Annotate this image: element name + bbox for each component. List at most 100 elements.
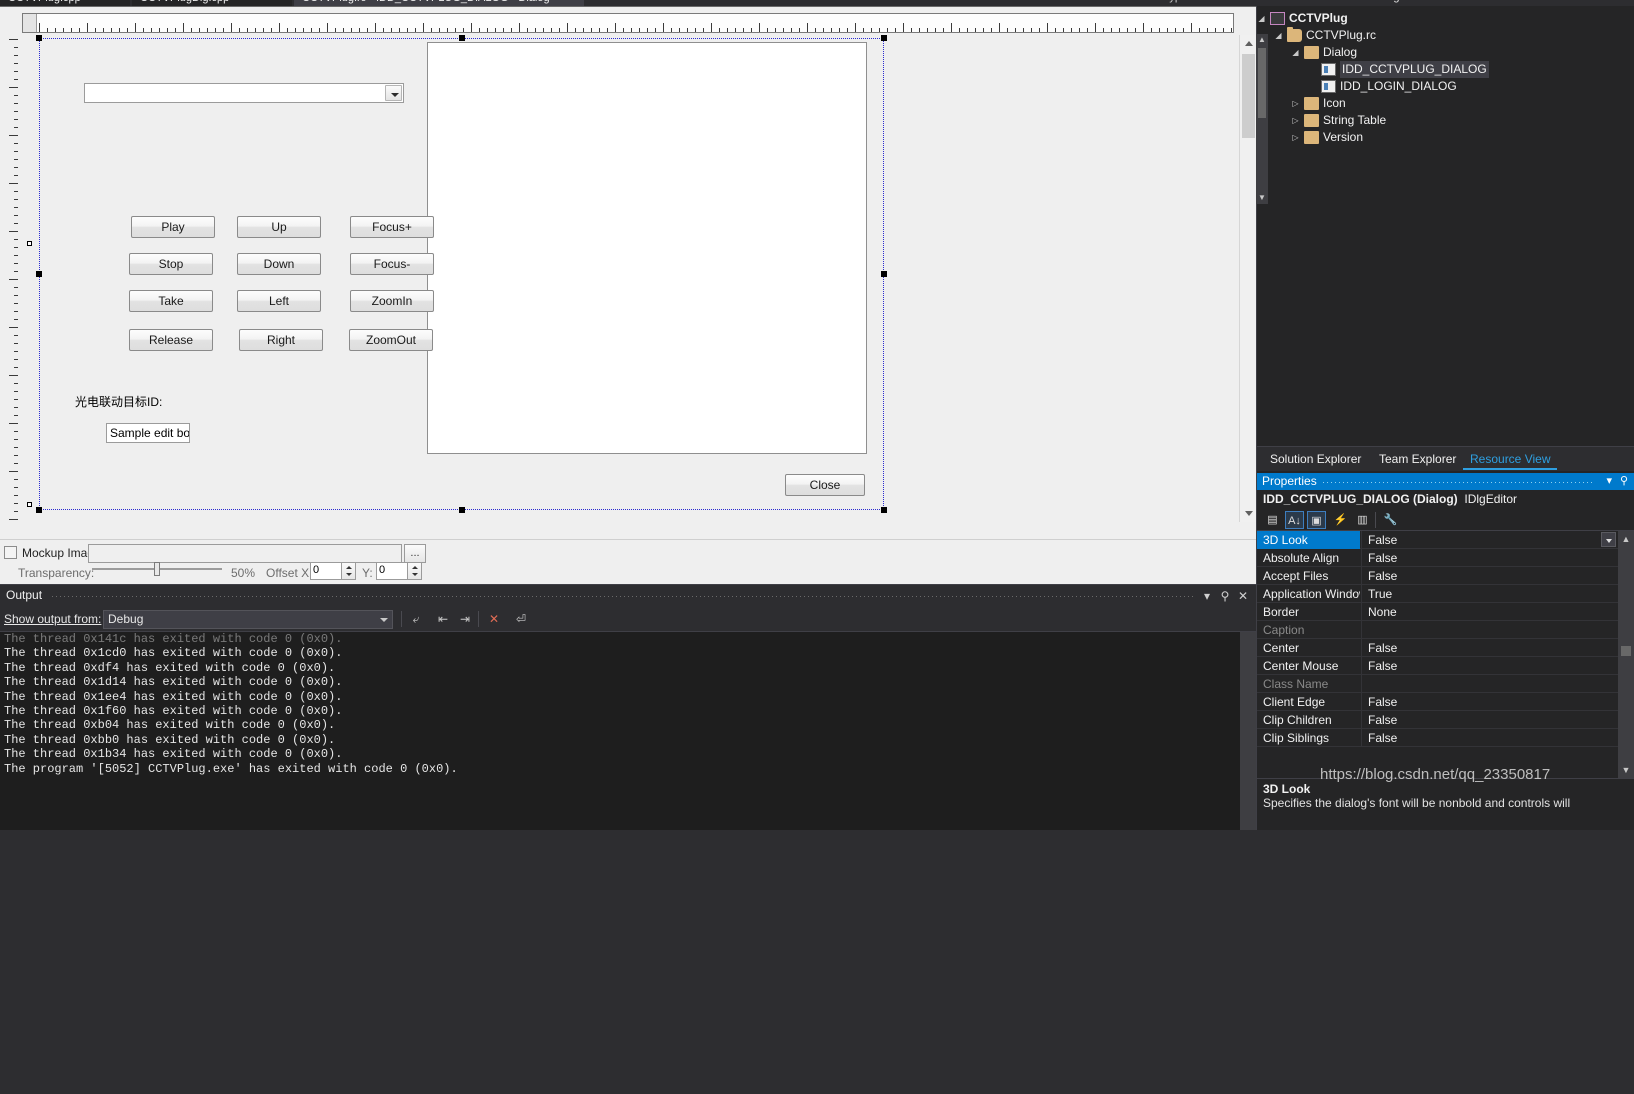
- scroll-up-icon[interactable]: [1240, 35, 1257, 52]
- close-button[interactable]: Close: [785, 474, 865, 496]
- output-text[interactable]: The thread 0x141c has exited with code 0…: [0, 632, 1240, 830]
- property-value[interactable]: False: [1361, 639, 1618, 657]
- video-preview-box[interactable]: [427, 42, 867, 454]
- resize-handle-nw[interactable]: [36, 35, 42, 41]
- wrench-icon[interactable]: 🔧: [1381, 511, 1400, 529]
- go-to-next-icon[interactable]: ⇥: [455, 610, 475, 629]
- property-row-center-mouse[interactable]: Center Mouse False: [1257, 657, 1618, 675]
- clear-all-icon[interactable]: ✕: [484, 610, 504, 629]
- chevron-right-icon[interactable]: ▷: [1290, 129, 1301, 146]
- mockup-image-checkbox[interactable]: [4, 546, 17, 559]
- property-row-clip-children[interactable]: Clip Children False: [1257, 711, 1618, 729]
- chevron-right-icon[interactable]: ▷: [1290, 112, 1301, 129]
- tab-team-explorer[interactable]: Team Explorer: [1372, 449, 1463, 470]
- tree-item-cctvplug-rc[interactable]: ◢ CCTVPlug.rc: [1257, 27, 1634, 44]
- property-row-application-window[interactable]: Application Window True: [1257, 585, 1618, 603]
- resize-handle-n[interactable]: [459, 35, 465, 41]
- tree-item-idd-login-dialog[interactable]: IDD_LOGIN_DIALOG: [1257, 78, 1634, 95]
- dialog-button-take[interactable]: Take: [129, 290, 213, 312]
- chevron-down-icon[interactable]: [1601, 532, 1616, 547]
- dialog-button-release[interactable]: Release: [129, 329, 213, 351]
- grip-bottom-left[interactable]: [27, 502, 32, 507]
- dialog-button-stop[interactable]: Stop: [129, 253, 213, 275]
- chevron-right-icon[interactable]: ▷: [1290, 95, 1301, 112]
- offset-x-stepper[interactable]: [341, 562, 356, 580]
- property-value[interactable]: [1361, 621, 1618, 639]
- messages-icon[interactable]: ▥: [1353, 511, 1372, 529]
- dialog-button-up[interactable]: Up: [237, 216, 321, 238]
- scroll-up-icon[interactable]: ▲: [1256, 34, 1268, 46]
- scroll-down-icon[interactable]: ▼: [1618, 762, 1634, 778]
- tree-item-version[interactable]: ▷ Version: [1257, 129, 1634, 146]
- resize-handle-sw[interactable]: [36, 507, 42, 513]
- property-row-absolute-align[interactable]: Absolute Align False: [1257, 549, 1618, 567]
- resize-handle-s[interactable]: [459, 507, 465, 513]
- output-vertical-scrollbar[interactable]: [1240, 632, 1256, 830]
- resize-handle-ne[interactable]: [881, 35, 887, 41]
- tab-resource-view[interactable]: Resource View: [1463, 449, 1558, 470]
- offset-x-input[interactable]: 0: [310, 562, 342, 580]
- property-value[interactable]: [1361, 675, 1618, 693]
- property-value[interactable]: False: [1361, 729, 1618, 747]
- property-value[interactable]: False: [1361, 549, 1618, 567]
- camera-combo-box[interactable]: [84, 83, 404, 103]
- dialog-button-zoomout[interactable]: ZoomOut: [349, 329, 433, 351]
- resource-view-vertical-scrollbar[interactable]: ▲ ▼: [1256, 34, 1268, 204]
- property-row-clip-siblings[interactable]: Clip Siblings False: [1257, 729, 1618, 747]
- property-value[interactable]: False: [1361, 657, 1618, 675]
- properties-scroll-thumb[interactable]: [1621, 646, 1631, 656]
- scroll-down-icon[interactable]: ▼: [1256, 192, 1268, 204]
- tree-item-string-table[interactable]: ▷ String Table: [1257, 112, 1634, 129]
- dialog-button-down[interactable]: Down: [237, 253, 321, 275]
- dialog-button-play[interactable]: Play: [131, 216, 215, 238]
- property-value[interactable]: False: [1361, 711, 1618, 729]
- property-row-accept-files[interactable]: Accept Files False: [1257, 567, 1618, 585]
- editor-scroll-thumb[interactable]: [1242, 54, 1255, 138]
- properties-page-icon[interactable]: ▣: [1307, 511, 1326, 529]
- tree-item-idd-cctvplug-dialog[interactable]: IDD_CCTVPLUG_DIALOG: [1257, 61, 1634, 78]
- dialog-button-focus-[interactable]: Focus+: [350, 216, 434, 238]
- property-row-3d-look[interactable]: 3D Look False: [1257, 531, 1618, 549]
- chevron-down-icon[interactable]: [385, 85, 402, 101]
- target-id-edit[interactable]: Sample edit box: [106, 423, 190, 443]
- property-value[interactable]: False: [1361, 693, 1618, 711]
- chevron-down-icon[interactable]: ◢: [1257, 10, 1267, 27]
- property-row-class-name[interactable]: Class Name: [1257, 675, 1618, 693]
- transparency-slider[interactable]: [92, 560, 222, 578]
- output-dropdown-icon[interactable]: ▾: [1200, 589, 1214, 603]
- property-row-border[interactable]: Border None: [1257, 603, 1618, 621]
- close-icon[interactable]: ✕: [1236, 589, 1250, 603]
- tree-item-dialog[interactable]: ◢ Dialog: [1257, 44, 1634, 61]
- properties-dropdown-icon[interactable]: ▾: [1606, 474, 1612, 487]
- property-value[interactable]: False: [1361, 567, 1618, 585]
- tab-solution-explorer[interactable]: Solution Explorer: [1263, 449, 1368, 470]
- property-value[interactable]: True: [1361, 585, 1618, 603]
- dialog-button-focus-[interactable]: Focus-: [350, 253, 434, 275]
- scroll-up-icon[interactable]: ▲: [1618, 531, 1634, 547]
- events-lightning-icon[interactable]: ⚡: [1331, 511, 1350, 529]
- slider-thumb[interactable]: [154, 562, 160, 576]
- offset-y-input[interactable]: 0: [376, 562, 408, 580]
- output-source-select[interactable]: Debug: [103, 610, 393, 629]
- resource-view-tree[interactable]: ◢ CCTVPlug ◢ CCTVPlug.rc ◢ Dialog IDD_CCTVPLUG…: [1257, 6, 1634, 446]
- pin-icon[interactable]: ⚲: [1620, 474, 1628, 487]
- find-message-icon[interactable]: ⤶: [406, 610, 426, 629]
- resize-handle-se[interactable]: [881, 507, 887, 513]
- property-row-client-edge[interactable]: Client Edge False: [1257, 693, 1618, 711]
- property-value[interactable]: None: [1361, 603, 1618, 621]
- dialog-under-edit[interactable]: Play Up Focus+ Stop Down Focus- Take Left ZoomIn…: [36, 35, 887, 513]
- property-row-center[interactable]: Center False: [1257, 639, 1618, 657]
- categorized-view-icon[interactable]: ▤: [1263, 511, 1282, 529]
- mockup-browse-button[interactable]: ...: [404, 544, 426, 563]
- offset-y-stepper[interactable]: [407, 562, 422, 580]
- go-to-previous-icon[interactable]: ⇤: [433, 610, 453, 629]
- alphabetical-sort-icon[interactable]: A↓: [1285, 511, 1304, 529]
- dialog-button-right[interactable]: Right: [239, 329, 323, 351]
- tree-item-cctvplug[interactable]: ◢ CCTVPlug: [1257, 10, 1634, 27]
- properties-grid[interactable]: 3D Look False Absolute Align False Accept Fi…: [1257, 531, 1618, 778]
- dialog-button-left[interactable]: Left: [237, 290, 321, 312]
- pin-icon[interactable]: ⚲: [1218, 589, 1232, 603]
- properties-vertical-scrollbar[interactable]: ▲ ▼: [1618, 531, 1634, 778]
- tree-item-icon[interactable]: ▷ Icon: [1257, 95, 1634, 112]
- property-row-caption[interactable]: Caption: [1257, 621, 1618, 639]
